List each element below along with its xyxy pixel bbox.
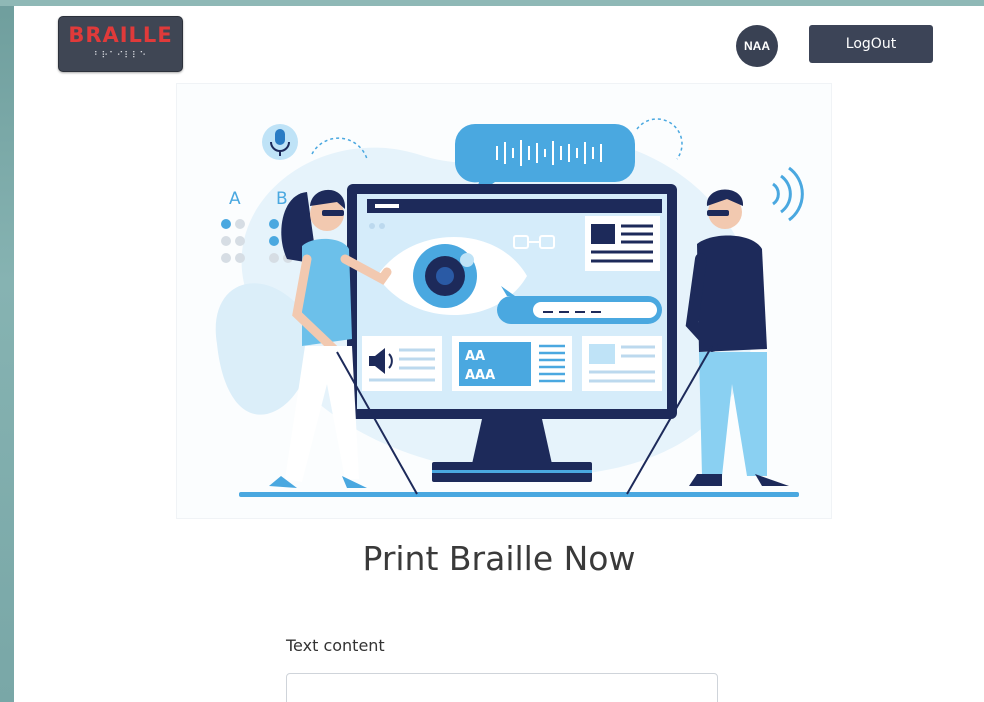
user-avatar[interactable]: NAA — [736, 25, 778, 67]
text-content-input[interactable] — [286, 673, 718, 702]
page-title: Print Braille Now — [362, 539, 636, 578]
braille-dots-decoration: ⠃⠗⠁⠊⠇⠇⠑ — [93, 51, 148, 61]
braille-cell-a — [221, 219, 245, 263]
hero-illustration: A B AA AAA — [176, 83, 832, 519]
font-size-sample-large: AAA — [465, 368, 495, 383]
braille-label-b: B — [276, 189, 288, 209]
braille-label-a: A — [229, 189, 241, 209]
background-edge — [0, 0, 14, 702]
braille-logo[interactable]: BRAILLE ⠃⠗⠁⠊⠇⠇⠑ — [58, 16, 183, 72]
accessibility-illustration: A B AA AAA — [215, 118, 804, 497]
logout-button[interactable]: LogOut — [809, 25, 933, 63]
page-container: BRAILLE ⠃⠗⠁⠊⠇⠇⠑ NAA LogOut A B AA AAA Pr… — [14, 6, 984, 702]
sound-waves-icon — [772, 166, 804, 222]
text-content-label: Text content — [286, 636, 385, 655]
font-size-sample-small: AA — [465, 349, 485, 364]
logo-text: BRAILLE — [68, 23, 173, 47]
